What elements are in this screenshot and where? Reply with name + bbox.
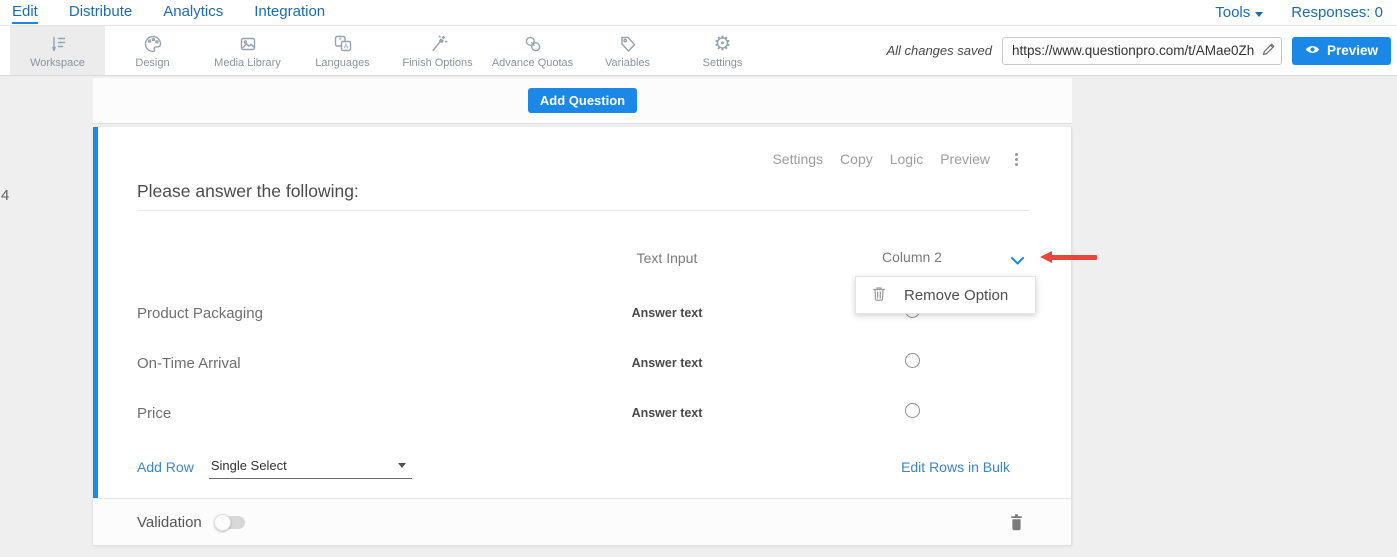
svg-text:A: A: [343, 43, 348, 50]
chevron-down-icon: [1255, 12, 1263, 17]
validation-label: Validation: [137, 514, 202, 531]
question-actions: Settings Copy Logic Preview: [772, 151, 1021, 167]
trash-icon: [871, 285, 887, 306]
toolbar-item-design[interactable]: Design: [105, 26, 200, 75]
primary-tabs: Edit Distribute Analytics Integration: [12, 1, 325, 24]
advance-quotas-icon: [522, 32, 544, 55]
eye-icon: [1305, 43, 1320, 58]
languages-icon: *A: [332, 32, 354, 55]
answer-text-placeholder[interactable]: Answer text: [537, 306, 797, 320]
column-dropdown-menu: Remove Option: [855, 276, 1036, 314]
toggle-knob: [214, 514, 231, 531]
design-icon: [142, 32, 164, 55]
top-nav: Edit Distribute Analytics Integration To…: [0, 0, 1397, 26]
radio-button[interactable]: [905, 403, 920, 418]
column-2-label[interactable]: Column 2: [882, 249, 942, 265]
question-accent-bar: [93, 127, 98, 545]
responses-link[interactable]: Responses: 0: [1291, 4, 1383, 21]
settings-icon: ⚙: [714, 32, 732, 55]
toolbar-item-variables[interactable]: Variables: [580, 26, 675, 75]
workspace-icon: [47, 32, 69, 55]
toolbar-item-advance-quotas[interactable]: Advance Quotas: [485, 26, 580, 75]
validation-toggle[interactable]: [215, 516, 245, 529]
variables-icon: [617, 32, 639, 55]
question-settings-link[interactable]: Settings: [772, 151, 823, 167]
tab-distribute[interactable]: Distribute: [69, 1, 132, 24]
tab-edit[interactable]: Edit: [12, 1, 38, 24]
toolbar-item-settings[interactable]: ⚙ Settings: [675, 26, 770, 75]
delete-question-icon[interactable]: [1009, 513, 1024, 536]
column-header-row: Text Input Column 2: [137, 246, 1027, 270]
table-row: Price Answer text: [137, 401, 1027, 425]
question-title[interactable]: Please answer the following:: [137, 181, 359, 202]
radio-button[interactable]: [905, 353, 920, 368]
toolbar-item-finish-options[interactable]: Finish Options: [390, 26, 485, 75]
edit-pencil-icon[interactable]: [1261, 42, 1276, 62]
table-row: On-Time Arrival Answer text: [137, 351, 1027, 375]
row-type-select[interactable]: Single Select: [209, 455, 412, 479]
question-preview-link[interactable]: Preview: [940, 151, 990, 167]
add-question-button[interactable]: Add Question: [528, 88, 637, 113]
toolbar-item-media-library[interactable]: Media Library: [200, 26, 295, 75]
add-row-link[interactable]: Add Row: [137, 459, 194, 475]
topnav-right: Tools Responses: 0: [1215, 4, 1383, 21]
preview-button[interactable]: Preview: [1292, 37, 1391, 65]
tab-integration[interactable]: Integration: [254, 1, 325, 24]
tab-analytics[interactable]: Analytics: [163, 1, 223, 24]
column-type-label[interactable]: Text Input: [537, 250, 797, 266]
finish-options-icon: [427, 32, 449, 55]
toolbar: Workspace Design Media Library *A Langua…: [0, 26, 1397, 76]
kebab-menu-icon[interactable]: [1012, 152, 1021, 167]
question-card: Settings Copy Logic Preview Please answe…: [93, 127, 1072, 545]
question-logic-link[interactable]: Logic: [890, 151, 923, 167]
add-question-bar: Add Question: [93, 78, 1072, 124]
row-label[interactable]: Product Packaging: [137, 305, 537, 322]
tools-menu[interactable]: Tools: [1215, 4, 1263, 21]
survey-url-input[interactable]: [1002, 37, 1282, 65]
toolbar-item-workspace[interactable]: Workspace: [10, 26, 105, 75]
column-dropdown-chevron-icon[interactable]: [1010, 253, 1025, 271]
toolbar-spacer: [770, 26, 886, 75]
row-label[interactable]: On-Time Arrival: [137, 355, 537, 372]
row-label[interactable]: Price: [137, 405, 537, 422]
survey-url-field: [1002, 37, 1282, 65]
title-divider: [137, 210, 1029, 211]
questionpro-editor: Edit Distribute Analytics Integration To…: [0, 0, 1397, 557]
save-status: All changes saved: [886, 43, 992, 58]
select-caret-icon: [398, 463, 406, 468]
question-footer: Validation: [93, 498, 1071, 545]
edit-rows-bulk-link[interactable]: Edit Rows in Bulk: [901, 459, 1010, 475]
remove-option-item[interactable]: Remove Option: [856, 277, 1035, 313]
answer-text-placeholder[interactable]: Answer text: [537, 406, 797, 420]
toolbar-item-languages[interactable]: *A Languages: [295, 26, 390, 75]
question-number: 4: [1, 187, 9, 204]
question-copy-link[interactable]: Copy: [840, 151, 873, 167]
add-row-bar: Add Row Single Select Edit Rows in Bulk: [137, 454, 1010, 479]
media-library-icon: [237, 32, 259, 55]
annotation-arrow: [1040, 251, 1097, 264]
answer-text-placeholder[interactable]: Answer text: [537, 356, 797, 370]
